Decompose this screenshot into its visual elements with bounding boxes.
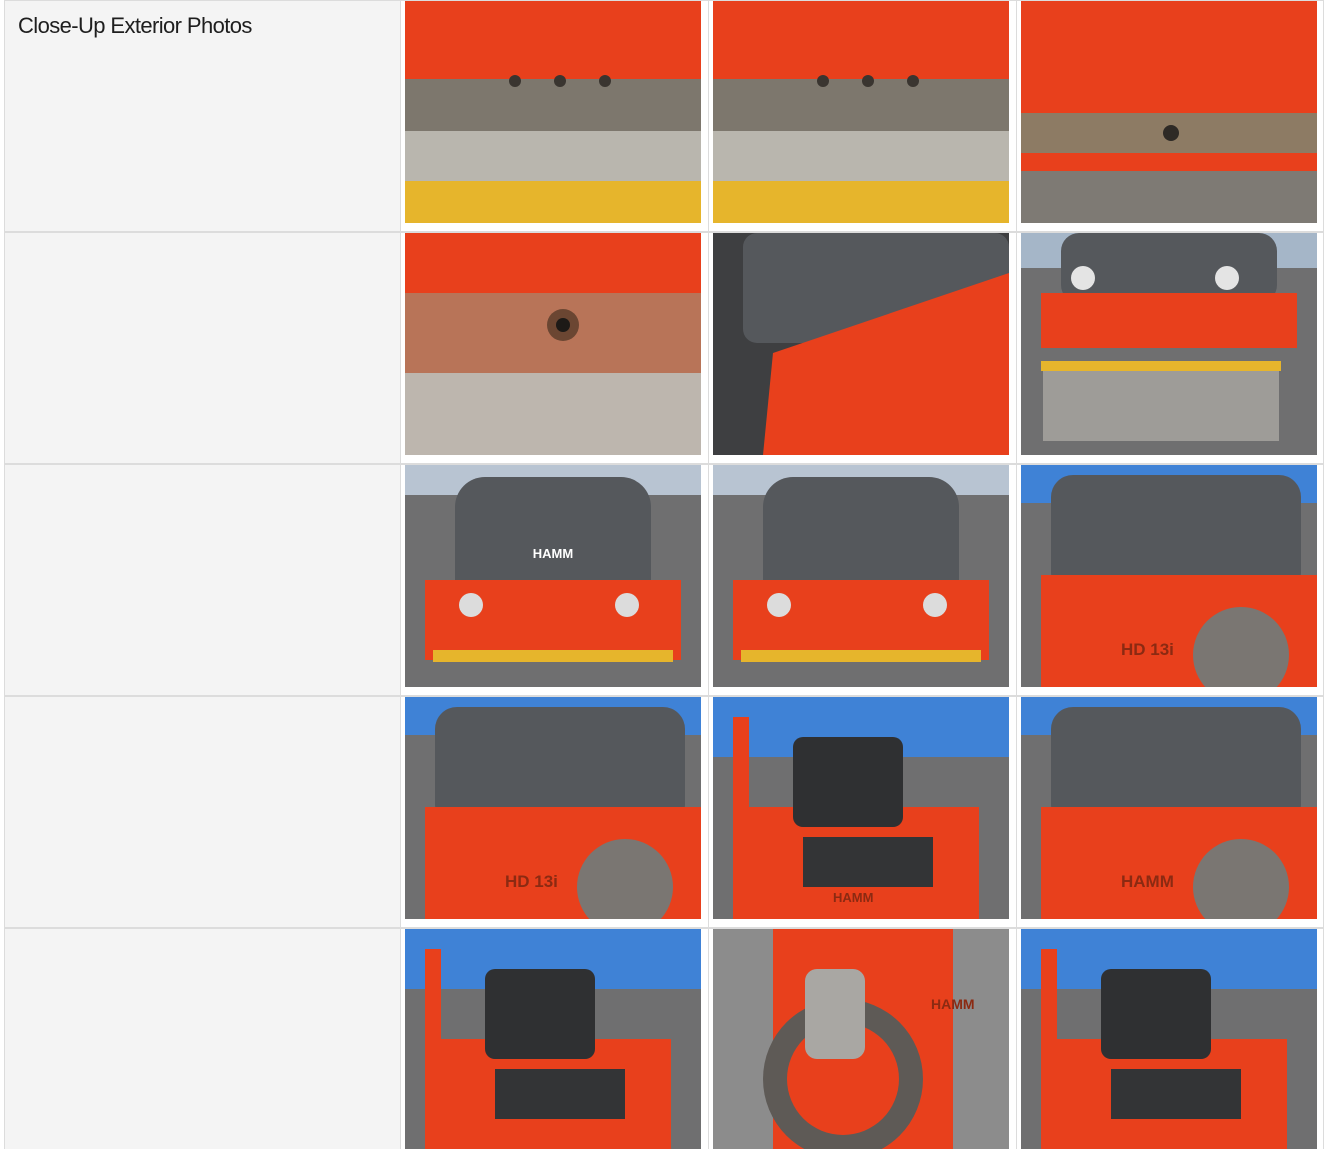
photo-image	[713, 233, 1009, 455]
empty-label-cell	[4, 464, 400, 696]
photo-image	[405, 1, 701, 223]
photo-image	[1021, 929, 1317, 1149]
table-row: HAMM HD 13i	[4, 464, 1324, 696]
svg-text:HAMM: HAMM	[931, 996, 975, 1012]
photo-thumbnail[interactable]: HAMM	[405, 465, 701, 687]
svg-text:HAMM: HAMM	[533, 546, 573, 561]
photo-gallery-section: Close-Up Exterior Photos HAMM HD 13i HD …	[4, 0, 1324, 1149]
photo-image	[1021, 1, 1317, 223]
photo-thumbnail[interactable]	[1021, 1, 1317, 223]
photo-thumbnail[interactable]: HD 13i	[405, 697, 701, 919]
photo-thumbnail[interactable]	[713, 233, 1009, 455]
photo-thumbnail[interactable]: HAMM	[1021, 697, 1317, 919]
photo-thumbnail[interactable]: HD 13i	[1021, 465, 1317, 687]
photo-image: HAMM	[713, 697, 1009, 919]
empty-label-cell	[4, 232, 400, 464]
table-row: HAMM	[4, 928, 1324, 1149]
table-row: HD 13i HAMM HAMM	[4, 696, 1324, 928]
photo-thumbnail[interactable]	[1021, 929, 1317, 1149]
photo-thumbnail[interactable]	[713, 1, 1009, 223]
svg-text:HAMM: HAMM	[1121, 872, 1174, 891]
photo-image: HD 13i	[405, 697, 701, 919]
photo-image: HAMM	[1021, 697, 1317, 919]
photo-image	[1021, 233, 1317, 455]
svg-text:HD 13i: HD 13i	[505, 872, 558, 891]
photo-thumbnail[interactable]: HAMM	[713, 929, 1009, 1149]
photo-image	[713, 1, 1009, 223]
photo-image: HAMM	[405, 465, 701, 687]
table-row: Close-Up Exterior Photos	[4, 0, 1324, 232]
photo-thumbnail[interactable]	[405, 929, 701, 1149]
section-label-cell: Close-Up Exterior Photos	[4, 0, 400, 232]
empty-label-cell	[4, 696, 400, 928]
photo-thumbnail[interactable]: HAMM	[713, 697, 1009, 919]
photo-image: HAMM	[713, 929, 1009, 1149]
svg-text:HAMM: HAMM	[833, 890, 873, 905]
photo-thumbnail[interactable]	[1021, 233, 1317, 455]
photo-thumbnail[interactable]	[405, 233, 701, 455]
section-title: Close-Up Exterior Photos	[18, 13, 252, 38]
photo-image: HD 13i	[1021, 465, 1317, 687]
photo-image	[713, 465, 1009, 687]
photo-thumbnail[interactable]	[713, 465, 1009, 687]
photo-image	[405, 233, 701, 455]
svg-text:HD 13i: HD 13i	[1121, 640, 1174, 659]
photo-table: Close-Up Exterior Photos HAMM HD 13i HD …	[4, 0, 1324, 1149]
table-row	[4, 232, 1324, 464]
photo-thumbnail[interactable]	[405, 1, 701, 223]
photo-image	[405, 929, 701, 1149]
empty-label-cell	[4, 928, 400, 1149]
